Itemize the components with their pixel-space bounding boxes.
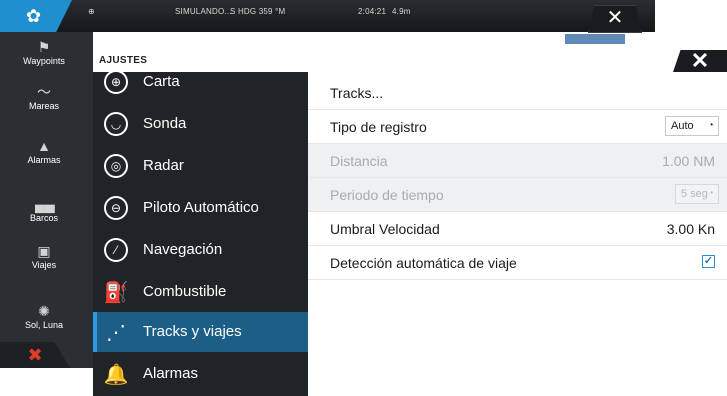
steering-wheel-icon: ⊖: [104, 196, 128, 220]
ship-icon: ▄▄: [35, 196, 55, 212]
sonar-icon: ◡: [104, 112, 128, 136]
tracks-label: Tracks...: [330, 85, 384, 101]
heading-readout: S HDG 359 °M: [230, 7, 286, 16]
flag-icon: ⚑: [37, 39, 51, 55]
menu-item-combustible[interactable]: ⛽ Combustible: [93, 272, 308, 312]
menu-item-label: Carta: [143, 73, 180, 90]
bell-icon: 🔔: [103, 363, 129, 386]
track-icon: ⋰: [106, 321, 126, 344]
speed-threshold-row[interactable]: Umbral Velocidad 3.00 Kn: [308, 212, 727, 246]
menu-item-piloto-automatico[interactable]: ⊖ Piloto Automático: [93, 188, 308, 228]
bell-icon: ▲: [37, 138, 51, 154]
home-button[interactable]: ✿: [0, 0, 72, 32]
auto-trip-checkbox[interactable]: ✓: [702, 255, 715, 268]
sidebar-item-label: Barcos: [29, 213, 58, 223]
menu-item-tracks-y-viajes[interactable]: ⋰ Tracks y viajes: [93, 312, 308, 352]
menu-item-carta[interactable]: ⊕ Carta: [93, 72, 308, 102]
settings-content: Tracks... Tipo de registro Auto • Distan…: [308, 72, 727, 396]
globe-icon: ⊕: [88, 7, 95, 16]
speed-threshold-label: Umbral Velocidad: [330, 221, 440, 237]
close-icon: ✕: [690, 48, 710, 73]
left-sidebar: ⚑ Waypoints 〜 Mareas ▲ Alarmas ▄▄ Barcos…: [0, 32, 93, 368]
speed-readout: 4.9m: [392, 7, 411, 16]
menu-item-sonda[interactable]: ◡ Sonda: [93, 104, 308, 144]
sidebar-item-label: Mareas: [28, 101, 59, 111]
sidebar-item-viajes[interactable]: ▣ Viajes: [0, 244, 88, 270]
auto-trip-row[interactable]: Detección automática de viaje ✓: [308, 246, 727, 280]
distance-value: 1.00 NM: [662, 153, 715, 169]
settings-dialog: AJUSTES ✕ ⊕ Carta ◡ Sonda ◎ Radar ⊖ Pilo…: [93, 50, 727, 396]
sim-status: SIMULANDO...: [175, 7, 232, 16]
menu-item-alarmas[interactable]: 🔔 Alarmas: [93, 354, 308, 394]
log-type-dropdown[interactable]: Auto •: [665, 116, 719, 136]
trip-icon: ▣: [37, 243, 51, 259]
log-type-value: Auto: [671, 120, 694, 132]
menu-item-label: Piloto Automático: [143, 199, 259, 216]
status-bar: ✿ ⊕ SIMULANDO... S HDG 359 °M 2:04:21 4.…: [0, 0, 655, 33]
fuel-pump-icon: ⛽: [103, 281, 129, 304]
compass-icon: ⁄: [104, 238, 128, 262]
dialog-close-button[interactable]: ✕: [673, 50, 727, 72]
time-period-label: Periodo de tiempo: [330, 187, 444, 203]
radar-icon: ◎: [104, 154, 128, 178]
menu-item-label: Combustible: [143, 283, 227, 300]
top-close-button[interactable]: ✕: [588, 5, 642, 33]
map-glimpse: [565, 34, 625, 44]
dialog-title-bar: AJUSTES: [93, 50, 727, 73]
menu-item-label: Radar: [143, 157, 184, 174]
dialog-title: AJUSTES: [99, 55, 148, 66]
menu-item-navegacion[interactable]: ⁄ Navegación: [93, 230, 308, 270]
menu-item-label: Tracks y viajes: [143, 323, 242, 340]
menu-item-label: Alarmas: [143, 365, 199, 382]
tracks-row[interactable]: Tracks...: [308, 76, 727, 110]
gear-icon: ✿: [26, 5, 42, 26]
auto-trip-label: Detección automática de viaje: [330, 255, 517, 271]
sidebar-item-label: Viajes: [31, 260, 57, 270]
menu-item-label: Navegación: [143, 241, 223, 258]
sidebar-item-alarmas[interactable]: ▲ Alarmas: [0, 139, 88, 165]
caret-down-icon: •: [710, 188, 713, 197]
speed-threshold-value: 3.00 Kn: [666, 221, 715, 237]
sidebar-item-sol-luna[interactable]: ✺ Sol, Luna: [0, 304, 88, 330]
sun-icon: ✺: [38, 303, 50, 319]
log-type-label: Tipo de registro: [330, 119, 427, 135]
time-period-dropdown: 5 seg •: [675, 184, 719, 204]
sidebar-item-label: Alarmas: [27, 155, 61, 165]
distance-row: Distancia 1.00 NM: [308, 144, 727, 178]
menu-item-radar[interactable]: ◎ Radar: [93, 146, 308, 186]
close-icon: ✕: [606, 7, 624, 29]
menu-item-label: Sonda: [143, 115, 187, 132]
time-period-row: Periodo de tiempo 5 seg •: [308, 178, 727, 212]
time-readout: 2:04:21: [358, 7, 387, 16]
settings-menu: ⊕ Carta ◡ Sonda ◎ Radar ⊖ Piloto Automát…: [93, 72, 308, 396]
sidebar-item-mareas[interactable]: 〜 Mareas: [0, 85, 88, 111]
time-period-value: 5 seg: [681, 188, 708, 200]
wave-icon: 〜: [37, 84, 51, 100]
sidebar-item-label: Waypoints: [23, 56, 65, 66]
log-type-row: Tipo de registro Auto •: [308, 110, 727, 144]
sidebar-item-waypoints[interactable]: ⚑ Waypoints: [0, 40, 88, 66]
close-red-icon: ✖: [27, 345, 43, 365]
sidebar-item-label: Sol, Luna: [24, 320, 64, 330]
sidebar-item-barcos[interactable]: ▄▄ Barcos: [0, 197, 88, 223]
chart-icon: ⊕: [104, 72, 128, 94]
distance-label: Distancia: [330, 153, 388, 169]
caret-down-icon: •: [710, 120, 713, 129]
